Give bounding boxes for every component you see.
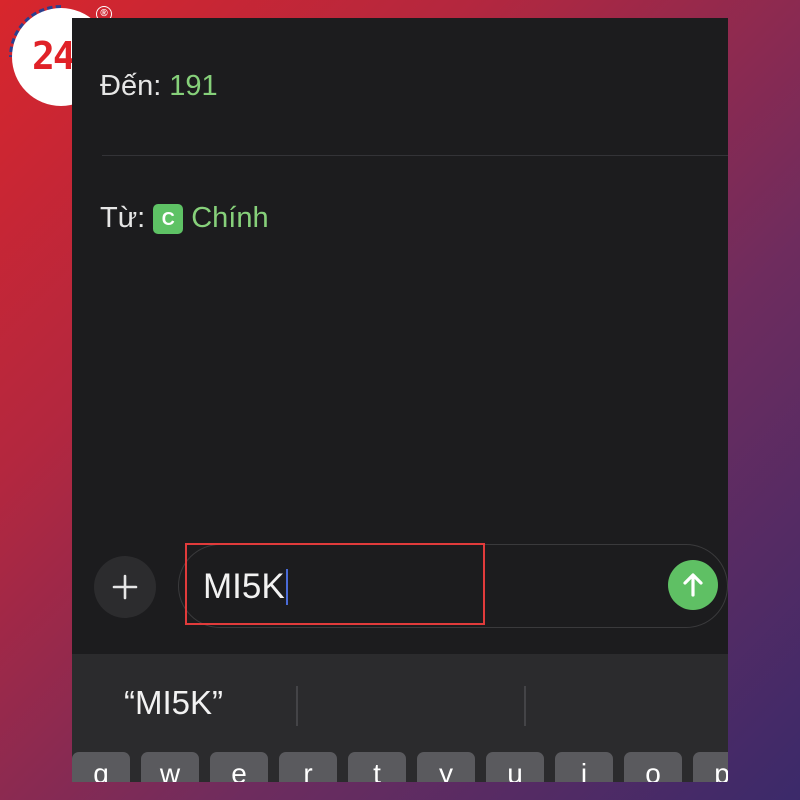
key-e[interactable]: e (210, 752, 268, 782)
suggestion-item[interactable]: “MI5K” (124, 684, 223, 722)
key-i[interactable]: i (555, 752, 613, 782)
sender-row[interactable]: Từ: C Chính (100, 202, 269, 235)
key-p[interactable]: p (693, 752, 728, 782)
sender-label: Từ: (100, 202, 146, 234)
key-t[interactable]: t (348, 752, 406, 782)
key-r[interactable]: r (279, 752, 337, 782)
suggestion-divider (524, 686, 526, 726)
key-w[interactable]: w (141, 752, 199, 782)
key-y[interactable]: y (417, 752, 475, 782)
messages-screen: Đến: 191 Từ: C Chính MI5K “MI5K” q w e r… (72, 18, 728, 782)
key-u[interactable]: u (486, 752, 544, 782)
recipient-label: Đến: (100, 70, 162, 102)
suggestion-divider (296, 686, 298, 726)
plus-icon (112, 574, 138, 600)
header-divider (102, 155, 728, 156)
input-highlight-box (185, 543, 485, 625)
keyboard: “MI5K” q w e r t y u i o p (72, 654, 728, 782)
suggestion-bar: “MI5K” (72, 654, 728, 748)
recipient-row[interactable]: Đến: 191 (100, 70, 218, 103)
key-q[interactable]: q (72, 752, 130, 782)
add-attachment-button[interactable] (94, 556, 156, 618)
send-button[interactable] (668, 560, 718, 610)
sim-badge-icon: C (153, 203, 184, 234)
recipient-number[interactable]: 191 (169, 70, 217, 103)
sender-line-name[interactable]: Chính (191, 202, 268, 235)
arrow-up-icon (683, 573, 703, 597)
key-o[interactable]: o (624, 752, 682, 782)
